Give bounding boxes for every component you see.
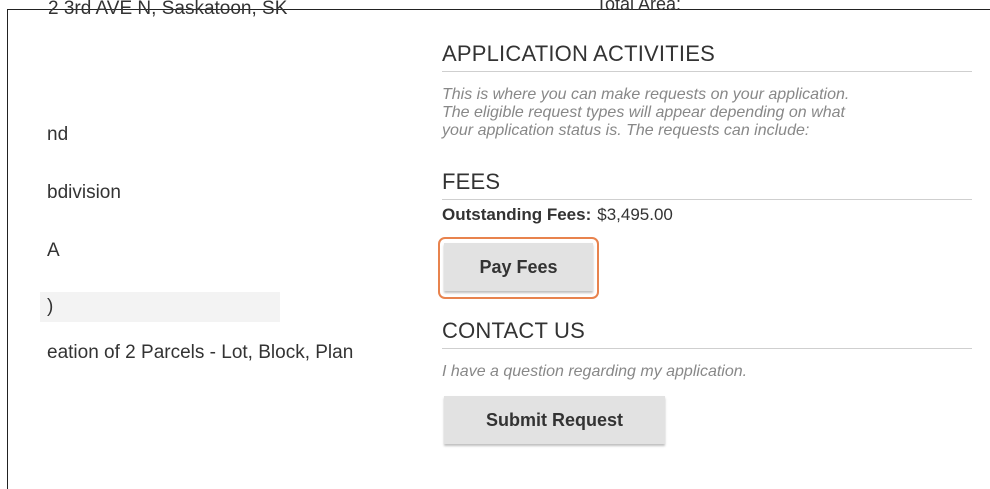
description-line: This is where you can make requests on y… — [442, 86, 850, 103]
contact-description: I have a question regarding my applicati… — [442, 363, 748, 380]
submit-request-button[interactable]: Submit Request — [444, 396, 665, 444]
application-activities-description: This is where you can make requests on y… — [442, 86, 962, 140]
detail-line-4: ) — [47, 296, 54, 317]
highlight-band — [40, 292, 280, 322]
address-text: 2 3rd AVE N, Saskatoon, SK — [48, 0, 288, 19]
detail-line-1: nd — [47, 124, 69, 145]
description-line: your application status is. The requests… — [442, 122, 810, 139]
contact-us-title: CONTACT US — [442, 318, 972, 349]
outstanding-fees-value: $3,495.00 — [597, 205, 673, 224]
pay-fees-button[interactable]: Pay Fees — [444, 243, 593, 291]
detail-line-2: bdivision — [47, 182, 121, 203]
application-activities-title: APPLICATION ACTIVITIES — [442, 41, 972, 72]
outstanding-fees-row: Outstanding Fees: $3,495.00 — [442, 205, 673, 225]
fees-title: FEES — [442, 169, 972, 200]
total-area-label: Total Area: — [596, 0, 682, 14]
outstanding-fees-label: Outstanding Fees: — [442, 205, 592, 224]
description-line: The eligible request types will appear d… — [442, 104, 845, 121]
detail-line-3: A — [47, 240, 60, 261]
detail-line-5: eation of 2 Parcels - Lot, Block, Plan — [47, 342, 354, 363]
